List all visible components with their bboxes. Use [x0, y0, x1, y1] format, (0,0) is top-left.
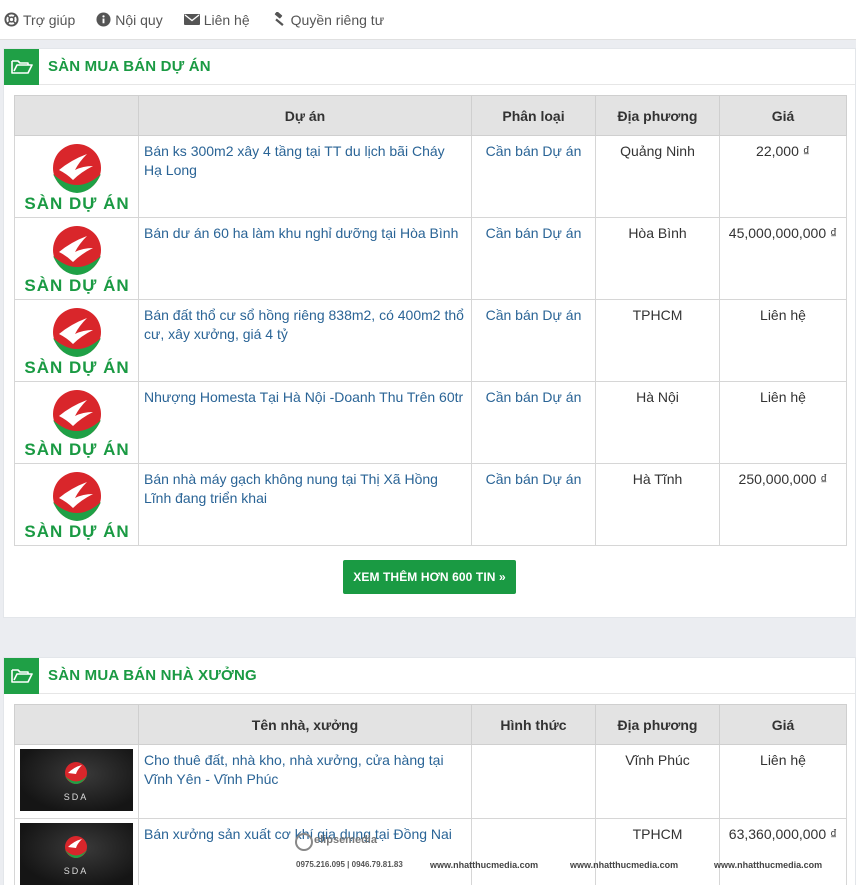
svg-text:SDA: SDA — [64, 866, 89, 876]
row-form — [471, 818, 596, 885]
san-du-an-logo: SÀN DỰ ÁN — [24, 144, 129, 212]
nav-privacy-label: Quyền riêng tư — [290, 11, 385, 28]
info-icon — [96, 12, 111, 27]
table-row[interactable]: SDA Bán xưởng sản xuất cơ khí gia dụng tạ… — [14, 818, 847, 885]
table-row[interactable]: SÀN DỰ ÁN Nhượng Homesta Tại Hà Nội -Doan… — [14, 381, 847, 464]
column-header-form: Hình thức — [471, 704, 596, 745]
sda-thumbnail: SDA — [20, 749, 133, 811]
san-du-an-logo: SÀN DỰ ÁN — [24, 226, 129, 294]
row-location: Vĩnh Phúc — [595, 744, 720, 819]
row-price: Liên hệ — [719, 381, 847, 464]
row-location: Hòa Bình — [595, 217, 720, 300]
column-header-thumb — [14, 704, 139, 745]
row-thumbnail[interactable]: SÀN DỰ ÁN — [14, 135, 139, 218]
projects-panel: SÀN MUA BÁN DỰ ÁN Dự án Phân loại Địa ph… — [3, 48, 856, 618]
column-header-project: Dự án — [138, 95, 472, 136]
row-price: 22,000 ₫ — [719, 135, 847, 218]
san-du-an-logo: SÀN DỰ ÁN — [24, 390, 129, 458]
svg-text:SÀN DỰ ÁN: SÀN DỰ ÁN — [24, 276, 129, 294]
column-header-location: Địa phương — [595, 95, 720, 136]
row-price: 63,360,000,000 ₫ — [719, 818, 847, 885]
table-row[interactable]: SÀN DỰ ÁN Bán nhà máy gạch không nung tại… — [14, 463, 847, 546]
projects-panel-title: SÀN MUA BÁN DỰ ÁN — [48, 58, 211, 75]
row-type[interactable]: Cần bán Dự án — [471, 463, 596, 546]
nav-contact-label: Liên hệ — [203, 11, 250, 28]
nav-rules-label: Nội quy — [115, 11, 163, 28]
nav-help-link[interactable]: Trợ giúp — [4, 12, 75, 28]
factories-panel: SÀN MUA BÁN NHÀ XƯỞNG Tên nhà, xưởng Hìn… — [3, 657, 856, 885]
nav-contact-link[interactable]: Liên hệ — [183, 11, 250, 28]
row-title-link[interactable]: Bán nhà máy gạch không nung tại Thị Xã H… — [138, 463, 472, 546]
lifebuoy-icon — [4, 12, 19, 27]
san-du-an-logo: SÀN DỰ ÁN — [24, 472, 129, 540]
san-du-an-logo: SÀN DỰ ÁN — [24, 308, 129, 376]
row-form — [471, 744, 596, 819]
row-thumbnail[interactable]: SÀN DỰ ÁN — [14, 381, 139, 464]
see-more-button[interactable]: XEM THÊM HƠN 600 TIN » — [343, 560, 516, 594]
nav-rules-link[interactable]: Nội quy — [96, 11, 163, 28]
svg-text:SÀN DỰ ÁN: SÀN DỰ ÁN — [24, 194, 129, 212]
row-price: 45,000,000,000 ₫ — [719, 217, 847, 300]
envelope-icon — [183, 14, 200, 25]
column-header-price: Giá — [719, 704, 847, 745]
row-type[interactable]: Cần bán Dự án — [471, 299, 596, 382]
row-thumbnail[interactable]: SÀN DỰ ÁN — [14, 217, 139, 300]
row-thumbnail[interactable]: SÀN DỰ ÁN — [14, 463, 139, 546]
row-location: Hà Nội — [595, 381, 720, 464]
row-type[interactable]: Cần bán Dự án — [471, 217, 596, 300]
row-location: TPHCM — [595, 818, 720, 885]
projects-table: Dự án Phân loại Địa phương Giá SÀN DỰ ÁN… — [14, 95, 847, 546]
projects-table-header: Dự án Phân loại Địa phương Giá — [14, 95, 847, 136]
row-price: Liên hệ — [719, 744, 847, 819]
svg-text:SÀN DỰ ÁN: SÀN DỰ ÁN — [24, 440, 129, 458]
row-title-link[interactable]: Bán ks 300m2 xây 4 tầng tại TT du lịch b… — [138, 135, 472, 218]
folder-open-icon — [4, 48, 39, 85]
table-row[interactable]: SÀN DỰ ÁN Bán dư án 60 ha làm khu nghỉ dư… — [14, 217, 847, 300]
svg-text:SÀN DỰ ÁN: SÀN DỰ ÁN — [24, 522, 129, 540]
folder-open-icon — [4, 657, 39, 694]
factories-panel-header: SÀN MUA BÁN NHÀ XƯỞNG — [4, 657, 855, 694]
column-header-price: Giá — [719, 95, 847, 136]
projects-panel-header: SÀN MUA BÁN DỰ ÁN — [4, 48, 855, 85]
row-type[interactable]: Cần bán Dự án — [471, 381, 596, 464]
table-row[interactable]: SÀN DỰ ÁN Bán đất thổ cư sổ hồng riêng 83… — [14, 299, 847, 382]
column-header-thumb — [14, 95, 139, 136]
row-location: Hà Tĩnh — [595, 463, 720, 546]
gavel-icon — [274, 12, 284, 26]
svg-text:SÀN DỰ ÁN: SÀN DỰ ÁN — [24, 358, 129, 376]
table-row[interactable]: SDA Cho thuê đất, nhà kho, nhà xưởng, cửa… — [14, 744, 847, 819]
factories-table-header: Tên nhà, xưởng Hình thức Địa phương Giá — [14, 704, 847, 745]
row-title-link[interactable]: Bán đất thổ cư sổ hồng riêng 838m2, có 4… — [138, 299, 472, 382]
nav-privacy-link[interactable]: Quyền riêng tư — [271, 12, 384, 28]
row-thumbnail[interactable]: SÀN DỰ ÁN — [14, 299, 139, 382]
row-title-link[interactable]: Cho thuê đất, nhà kho, nhà xưởng, cửa hà… — [138, 744, 472, 819]
row-title-link[interactable]: Bán dư án 60 ha làm khu nghỉ dưỡng tại H… — [138, 217, 472, 300]
column-header-type: Phân loại — [471, 95, 596, 136]
row-thumbnail[interactable]: SDA — [14, 818, 139, 885]
row-price: 250,000,000 ₫ — [719, 463, 847, 546]
nav-help-label: Trợ giúp — [23, 11, 76, 28]
sda-thumbnail: SDA — [20, 823, 133, 885]
factories-table: Tên nhà, xưởng Hình thức Địa phương Giá … — [14, 704, 847, 885]
top-navigation: Trợ giúp Nội quy Liên hệ Quyền riêng tư — [0, 0, 856, 40]
row-price: Liên hệ — [719, 299, 847, 382]
column-header-factory: Tên nhà, xưởng — [138, 704, 472, 745]
row-type[interactable]: Cần bán Dự án — [471, 135, 596, 218]
row-thumbnail[interactable]: SDA — [14, 744, 139, 819]
row-location: TPHCM — [595, 299, 720, 382]
row-title-link[interactable]: Nhượng Homesta Tại Hà Nội -Doanh Thu Trê… — [138, 381, 472, 464]
row-location: Quảng Ninh — [595, 135, 720, 218]
factories-panel-title: SÀN MUA BÁN NHÀ XƯỞNG — [48, 667, 257, 684]
row-title-link[interactable]: Bán xưởng sản xuất cơ khí gia dụng tại Đ… — [138, 818, 472, 885]
table-row[interactable]: SÀN DỰ ÁN Bán ks 300m2 xây 4 tầng tại TT … — [14, 135, 847, 218]
column-header-location: Địa phương — [595, 704, 720, 745]
svg-text:SDA: SDA — [64, 792, 89, 802]
